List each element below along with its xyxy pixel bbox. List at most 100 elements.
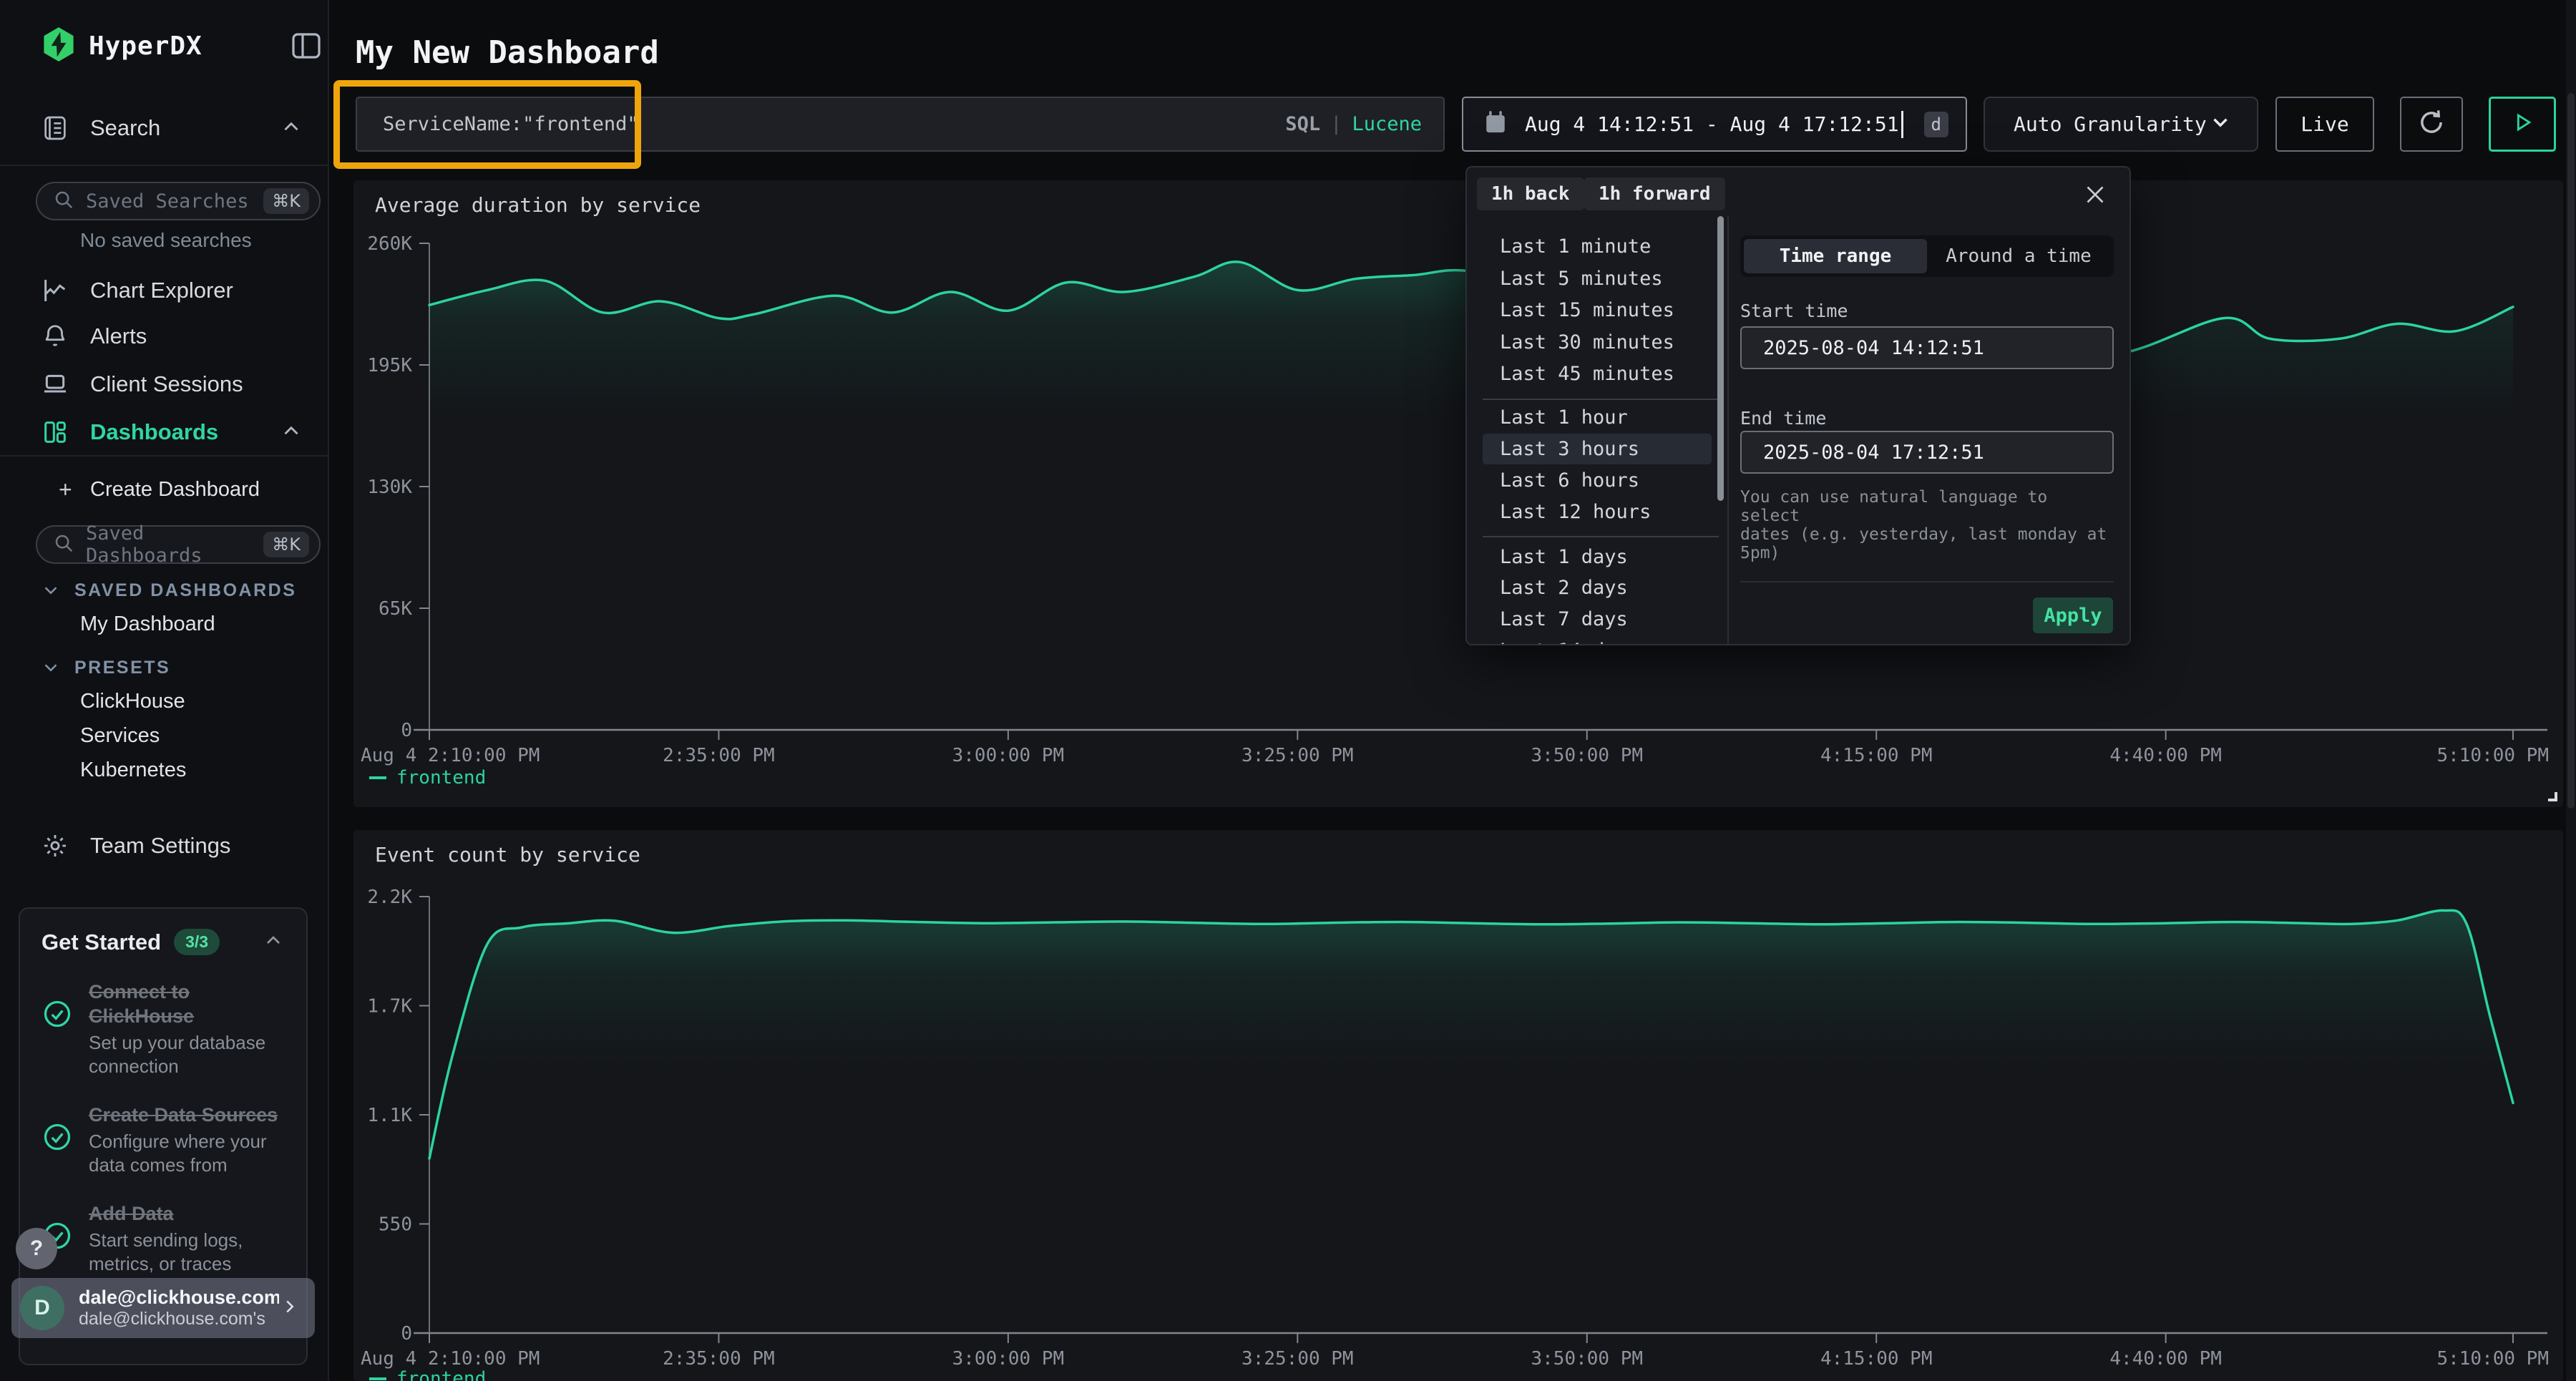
svg-text:5:10:00 PM: 5:10:00 PM: [2436, 745, 2549, 766]
sidebar-item-label: Chart Explorer: [90, 278, 233, 303]
granularity-value: Auto Granularity: [2014, 112, 2208, 136]
preset-last-12-hours[interactable]: Last 12 hours: [1483, 497, 1712, 527]
saved-searches-input[interactable]: Saved Searches ⌘K: [36, 182, 321, 220]
line-chart-event-count[interactable]: 05501.1K1.7K2.2KAug 4 2:10:00 PM2:35:00 …: [353, 830, 2563, 1381]
preset-last-7-days[interactable]: Last 7 days: [1483, 604, 1712, 635]
chart-title: Average duration by service: [375, 193, 701, 217]
chart-legend[interactable]: frontend: [369, 1368, 486, 1381]
svg-text:2:35:00 PM: 2:35:00 PM: [663, 745, 775, 766]
get-started-title: Get Started: [42, 929, 161, 955]
svg-text:3:50:00 PM: 3:50:00 PM: [1531, 745, 1644, 766]
create-dashboard-button[interactable]: + Create Dashboard: [0, 469, 329, 509]
sidebar-item-client-sessions[interactable]: Client Sessions: [0, 364, 329, 404]
close-icon[interactable]: [2082, 182, 2108, 208]
svg-text:195K: 195K: [367, 355, 412, 376]
avatar: D: [20, 1286, 64, 1330]
sidebar-item-alerts[interactable]: Alerts: [0, 316, 329, 356]
run-query-button[interactable]: [2489, 97, 2556, 152]
page-scrollbar[interactable]: [2566, 0, 2576, 1381]
line-chart-avg-duration[interactable]: 065K130K195K260KAug 4 2:10:00 PM2:35:00 …: [353, 180, 2563, 807]
sidebar-item-clickhouse[interactable]: ClickHouse: [80, 690, 185, 713]
sidebar-item-team-settings[interactable]: Team Settings: [0, 826, 329, 866]
section-saved-dashboards[interactable]: SAVED DASHBOARDS: [40, 580, 296, 601]
user-email: dale@clickhouse.com: [79, 1287, 279, 1309]
preset-last-30-minutes[interactable]: Last 30 minutes: [1483, 327, 1712, 358]
end-time-input[interactable]: 2025-08-04 17:12:51: [1740, 431, 2114, 474]
brand[interactable]: HyperDX: [40, 26, 203, 66]
panel-resize-handle[interactable]: [2548, 792, 2557, 801]
preset-last-1-minute[interactable]: Last 1 minute: [1483, 231, 1712, 262]
chart-legend[interactable]: frontend: [369, 767, 486, 789]
svg-text:3:50:00 PM: 3:50:00 PM: [1531, 1348, 1644, 1370]
get-started-item-connect[interactable]: Connect to ClickHouse Set up your databa…: [42, 980, 285, 1078]
check-circle-icon: [42, 998, 73, 1078]
text-cursor: [1901, 111, 1903, 138]
section-label: PRESETS: [74, 658, 170, 678]
sidebar-item-kubernetes[interactable]: Kubernetes: [80, 758, 186, 782]
svg-text:3:25:00 PM: 3:25:00 PM: [1241, 745, 1354, 766]
shift-back-button[interactable]: 1h back: [1477, 177, 1584, 210]
app-root: HyperDX Search Saved Searches ⌘K No save…: [0, 0, 2576, 1381]
preset-last-1-days[interactable]: Last 1 days: [1483, 542, 1712, 572]
sidebar-item-my-dashboard[interactable]: My Dashboard: [80, 613, 215, 636]
svg-text:0: 0: [401, 1323, 412, 1345]
preset-last-5-minutes[interactable]: Last 5 minutes: [1483, 263, 1712, 294]
user-menu[interactable]: D dale@clickhouse.com dale@clickhouse.co…: [11, 1278, 315, 1338]
legend-label: frontend: [396, 1368, 486, 1381]
chart-panel-avg-duration: Average duration by service 065K130K195K…: [353, 180, 2563, 807]
preset-last-14-days[interactable]: Last 14 days: [1483, 635, 1712, 645]
svg-text:Aug 4 2:10:00 PM: Aug 4 2:10:00 PM: [361, 1348, 540, 1370]
svg-text:4:15:00 PM: 4:15:00 PM: [1820, 1348, 1933, 1370]
chart-panel-event-count: Event count by service 05501.1K1.7K2.2KA…: [353, 830, 2563, 1381]
hint-line: You can use natural language to select: [1740, 488, 2114, 525]
sidebar-item-dashboards[interactable]: Dashboards: [0, 412, 329, 452]
apply-button[interactable]: Apply: [2033, 597, 2113, 633]
start-time-label: Start time: [1740, 301, 2114, 321]
d-key-badge: d: [1924, 112, 1948, 137]
shift-forward-button[interactable]: 1h forward: [1584, 177, 1725, 210]
preset-last-1-hour[interactable]: Last 1 hour: [1483, 402, 1712, 433]
lucene-toggle[interactable]: Lucene: [1352, 113, 1422, 135]
granularity-select[interactable]: Auto Granularity: [1984, 97, 2258, 152]
preset-last-15-minutes[interactable]: Last 15 minutes: [1483, 295, 1712, 326]
preset-last-6-hours[interactable]: Last 6 hours: [1483, 465, 1712, 496]
help-button[interactable]: ?: [16, 1228, 57, 1269]
query-text: ServiceName:"frontend": [383, 113, 1285, 135]
section-presets[interactable]: PRESETS: [40, 657, 170, 678]
task-title: Create Data Sources: [89, 1103, 282, 1127]
refresh-button[interactable]: [2400, 97, 2463, 152]
saved-dashboards-input[interactable]: Saved Dashboards ⌘K: [36, 525, 321, 564]
date-range-input[interactable]: Aug 4 14:12:51 - Aug 4 17:12:51 d: [1462, 97, 1967, 152]
tab-time-range[interactable]: Time range: [1744, 239, 1927, 273]
tab-around-a-time[interactable]: Around a time: [1927, 239, 2110, 273]
chevron-down-icon: [2208, 110, 2233, 138]
scrollbar-thumb[interactable]: [1717, 216, 1724, 501]
saved-searches-placeholder: Saved Searches: [86, 190, 263, 213]
laptop-icon: [40, 369, 70, 399]
preset-last-2-days[interactable]: Last 2 days: [1483, 572, 1712, 603]
divider: [1483, 536, 1719, 537]
svg-text:0: 0: [401, 720, 412, 741]
get-started-item-sources[interactable]: Create Data Sources Configure where your…: [42, 1103, 285, 1177]
chevron-up-icon[interactable]: [262, 929, 285, 955]
sidebar-item-services[interactable]: Services: [80, 724, 160, 748]
refresh-icon: [2416, 107, 2446, 141]
sidebar-collapse-icon[interactable]: [289, 29, 323, 63]
plus-icon: +: [59, 477, 72, 503]
chevron-up-icon: [279, 114, 303, 142]
sidebar-item-search[interactable]: Search: [0, 108, 329, 148]
dashboard-icon: [40, 417, 70, 447]
start-time-input[interactable]: 2025-08-04 14:12:51: [1740, 326, 2114, 369]
sidebar-item-label: Search: [90, 115, 160, 141]
picker-tabs: Time range Around a time: [1740, 235, 2114, 277]
query-input[interactable]: ServiceName:"frontend" SQL | Lucene: [356, 97, 1445, 152]
scrollbar-thumb[interactable]: [2567, 93, 2575, 809]
divider: [0, 165, 328, 166]
svg-text:130K: 130K: [367, 477, 412, 498]
preset-last-45-minutes[interactable]: Last 45 minutes: [1483, 358, 1712, 389]
sql-toggle[interactable]: SQL: [1285, 113, 1320, 135]
live-button[interactable]: Live: [2275, 97, 2374, 152]
sidebar-item-chart-explorer[interactable]: Chart Explorer: [0, 270, 329, 311]
get-started-item-add-data[interactable]: Add Data Start sending logs, metrics, or…: [42, 1201, 285, 1276]
preset-last-3-hours[interactable]: Last 3 hours: [1483, 434, 1712, 464]
